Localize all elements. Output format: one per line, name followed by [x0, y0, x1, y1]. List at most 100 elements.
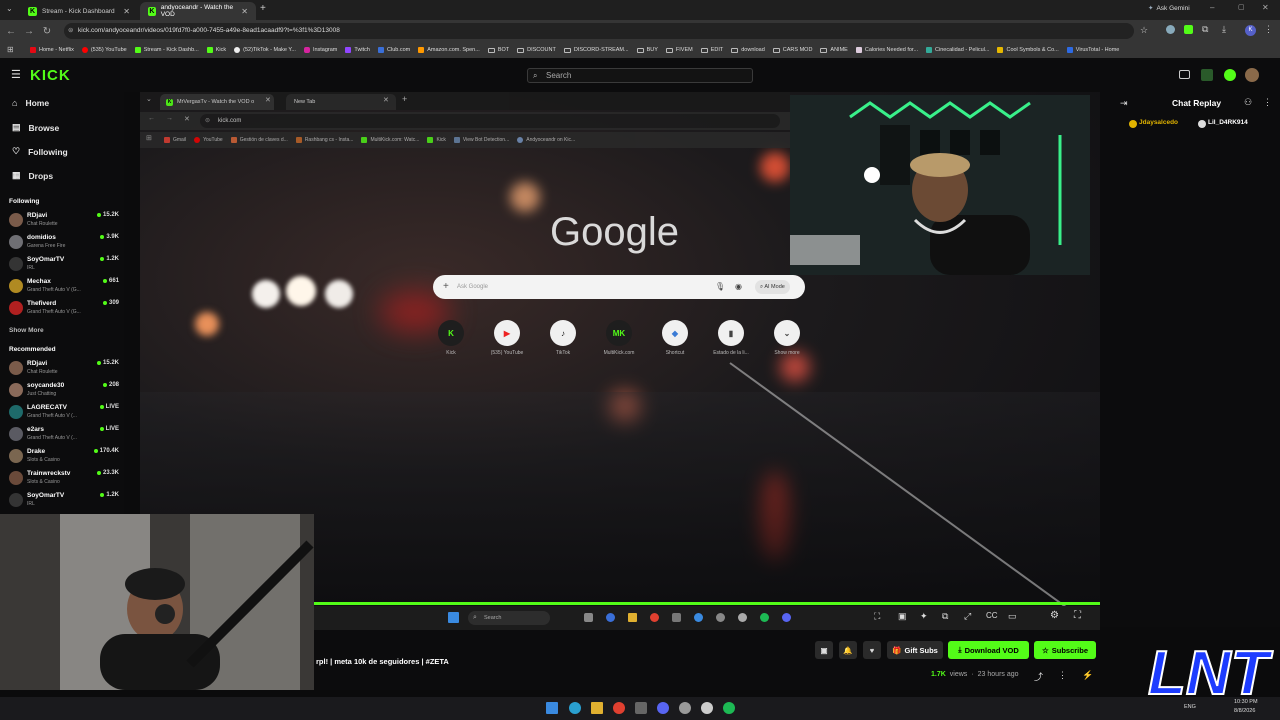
ask-gemini-button[interactable]: ✦ Ask Gemini: [1148, 4, 1190, 13]
recommended-channel[interactable]: LAGRECATV Grand Theft Auto V (... LIVE: [9, 402, 121, 422]
clip-icon[interactable]: ▣: [898, 611, 907, 622]
reload-icon[interactable]: ↻: [38, 26, 56, 37]
bookmark-folder-edit[interactable]: EDIT: [700, 47, 723, 53]
sidebar-item-following[interactable]: ♡ Following: [12, 146, 68, 157]
recommended-channel[interactable]: RDjavi Chat Roulette 15.2K: [9, 358, 121, 378]
apps-grid-icon[interactable]: ⊞: [7, 45, 14, 54]
fullscreen-icon[interactable]: ⛶: [874, 611, 880, 622]
theater-icon[interactable]: ▭: [1008, 611, 1017, 622]
progress-bar[interactable]: [314, 602, 1100, 605]
recommended-channel[interactable]: Trainwreckstv Slots & Casino 23.3K: [9, 468, 121, 488]
follow-button[interactable]: ♥: [863, 641, 881, 659]
hamburger-menu-icon[interactable]: ☰: [11, 68, 21, 81]
following-channel[interactable]: SoyOmarTV IRL 1.2K: [9, 254, 121, 274]
bookmark-amazon[interactable]: Amazon.com. Spen...: [418, 47, 480, 53]
bookmark-virustotal[interactable]: VirusTotal - Home: [1066, 47, 1119, 53]
resize-icon[interactable]: ⤢: [964, 611, 971, 622]
sidebar-item-home[interactable]: ⌂ Home: [12, 98, 49, 108]
collapse-chat-icon[interactable]: ⇥: [1120, 98, 1128, 109]
bookmark-cinecalidad[interactable]: Cinecalidad - Pelicul...: [926, 47, 989, 53]
extension-icon[interactable]: [1166, 25, 1175, 34]
sidebar-item-browse[interactable]: ▤ Browse: [12, 122, 59, 133]
new-tab-icon[interactable]: +: [260, 3, 266, 14]
close-tab-icon[interactable]: ✕: [241, 7, 248, 16]
extensions-puzzle-icon[interactable]: ⧉: [1202, 24, 1208, 35]
expand-icon[interactable]: ⛶: [1074, 610, 1081, 621]
bookmark-folder-cars[interactable]: CARS MOD: [772, 47, 812, 53]
theater-mode-icon[interactable]: [1179, 70, 1190, 79]
edge-icon[interactable]: [569, 702, 581, 714]
taskbar-app-icon[interactable]: [635, 702, 647, 714]
downloads-icon[interactable]: ⤓: [1222, 24, 1226, 35]
chat-menu-icon[interactable]: ⋮: [1263, 97, 1272, 108]
discord-icon[interactable]: [657, 702, 669, 714]
taskbar-app-icon[interactable]: [701, 702, 713, 714]
url-field[interactable]: ⊜ kick.com/andyoceandr/videos/019fd7f0-a…: [64, 23, 1134, 39]
notifications-button[interactable]: 🔔: [839, 641, 857, 659]
chat-username[interactable]: Jdaysalcedo: [1139, 119, 1178, 126]
gift-subs-button[interactable]: 🎁 Gift Subs: [887, 641, 943, 659]
explorer-icon[interactable]: [591, 702, 603, 714]
recommended-channel[interactable]: Drake Slots & Casino 170.4K: [9, 446, 121, 466]
back-icon[interactable]: ←: [2, 26, 20, 37]
bookmark-folder-anime[interactable]: ANIME: [820, 47, 848, 53]
bookmark-folder-discord[interactable]: DISCORD-STREAM...: [563, 47, 629, 53]
close-window-icon[interactable]: ✕: [1262, 3, 1269, 12]
following-channel[interactable]: Thefiverd Grand Theft Auto V (G... 309: [9, 298, 121, 318]
close-tab-icon[interactable]: ✕: [123, 7, 130, 16]
download-vod-button[interactable]: ⤓ Download VOD: [948, 641, 1029, 659]
skip-icon[interactable]: ✦: [920, 611, 928, 622]
bookmark-folder-download[interactable]: download: [731, 47, 765, 53]
chrome-icon[interactable]: [613, 702, 625, 714]
tray-lang[interactable]: ENG: [1184, 704, 1196, 710]
bookmark-cool-symbols[interactable]: Cool Symbols & Co...: [997, 47, 1059, 53]
bookmark-star-icon[interactable]: ☆: [1140, 25, 1148, 36]
forward-icon[interactable]: →: [20, 26, 38, 37]
bookmark-youtube[interactable]: (535) YouTube: [81, 47, 127, 53]
user-avatar[interactable]: [1245, 68, 1259, 82]
following-channel[interactable]: domidios Garena Free Fire 3.9K: [9, 232, 121, 252]
bookmark-club[interactable]: Club.com: [378, 47, 410, 53]
cc-icon[interactable]: CC: [986, 611, 998, 620]
tab-vod[interactable]: K andyoceandr - Watch the VOD ✕: [140, 2, 256, 20]
chat-username[interactable]: Lil_D4RK914: [1208, 119, 1248, 126]
bookmark-folder-fivem[interactable]: FIVEM: [665, 47, 693, 53]
clock-date[interactable]: 8/8/2026: [1234, 708, 1255, 714]
bookmark-twitch[interactable]: Twitch: [345, 47, 370, 53]
kick-logo[interactable]: KICK: [30, 67, 71, 84]
share-icon[interactable]: ⤴: [1034, 670, 1043, 683]
bookmark-folder-buy[interactable]: BUY: [636, 47, 658, 53]
bookmark-tiktok[interactable]: (52)TikTok - Make Y...: [234, 47, 296, 53]
browser-menu-icon[interactable]: ⋮: [1264, 24, 1273, 35]
kick-circle-icon[interactable]: [1224, 69, 1236, 81]
bookmark-kick-dashboard[interactable]: Stream - Kick Dashb...: [134, 47, 199, 53]
search-input[interactable]: ⌕ Search: [527, 68, 753, 83]
chat-users-icon[interactable]: ⚇: [1244, 97, 1252, 108]
bookmark-kick[interactable]: Kick: [206, 47, 226, 53]
more-options-icon[interactable]: ⋮: [1058, 670, 1067, 681]
following-channel[interactable]: RDjavi Chat Roulette 15.2K: [9, 210, 121, 230]
settings-icon[interactable]: ⚙: [1050, 610, 1059, 621]
maximize-icon[interactable]: ▢: [1238, 3, 1245, 11]
site-info-icon[interactable]: ⊜: [68, 23, 73, 39]
bookmark-netflix[interactable]: Home - Netflix: [30, 47, 74, 53]
show-more-link[interactable]: Show More: [9, 327, 44, 334]
start-icon[interactable]: [546, 702, 558, 714]
bookmark-instagram[interactable]: Instagram: [303, 47, 337, 53]
subscribe-button[interactable]: ☆ Subscribe: [1034, 641, 1096, 659]
pip-icon[interactable]: ⧉: [942, 611, 948, 622]
taskbar-app-icon[interactable]: [679, 702, 691, 714]
clock-time[interactable]: 10:30 PM: [1234, 699, 1258, 705]
tab-list-icon[interactable]: ⌄: [6, 4, 13, 13]
pin-icon[interactable]: ⚡: [1082, 670, 1093, 681]
bookmark-folder-discount[interactable]: DISCOUNT: [517, 47, 556, 53]
recommended-channel[interactable]: e2ars Grand Theft Auto V (... LIVE: [9, 424, 121, 444]
tab-kick-dashboard[interactable]: K Stream - Kick Dashboard ✕: [20, 2, 138, 20]
following-channel[interactable]: Mechax Grand Theft Auto V (G... 661: [9, 276, 121, 296]
profile-avatar[interactable]: K: [1245, 25, 1256, 36]
spotify-icon[interactable]: [723, 702, 735, 714]
sidebar-item-drops[interactable]: ▦ Drops: [12, 170, 53, 181]
bookmark-folder-bot[interactable]: BOT: [487, 47, 509, 53]
dashboard-icon[interactable]: [1201, 69, 1213, 81]
minimize-icon[interactable]: –: [1210, 3, 1214, 12]
